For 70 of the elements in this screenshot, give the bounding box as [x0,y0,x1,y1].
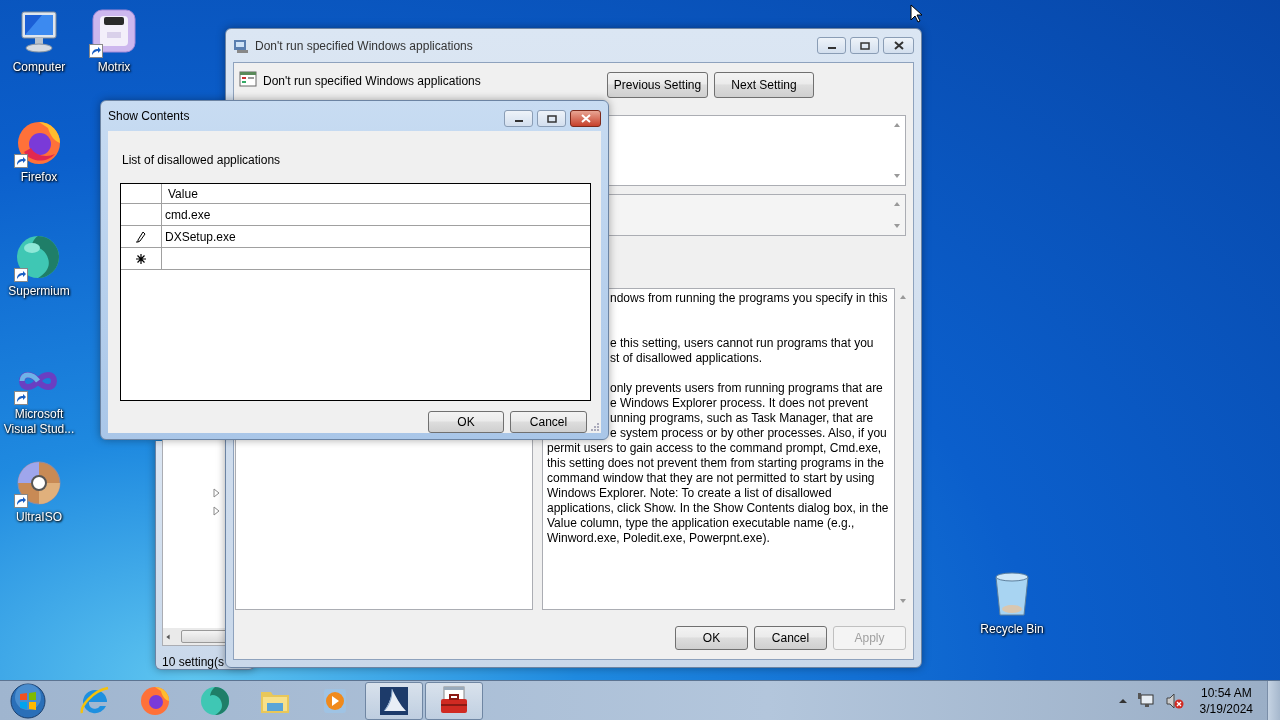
clock-date: 3/19/2024 [1199,700,1253,717]
sail-icon [378,684,410,717]
cancel-button[interactable]: Cancel [754,626,827,650]
taskbar-button[interactable] [365,681,423,720]
previous-setting-button[interactable]: Previous Setting [607,72,708,98]
close-icon [580,114,591,123]
help-text-line: unning programs, such as Task Manager, that are [610,411,874,426]
scroll-up-icon[interactable] [893,201,901,207]
desktop-icon-label[interactable]: Firefox [20,170,58,185]
windows-logo-icon [10,682,46,719]
help-text-line: permit users to gain access to the command prompt, Cmd.exe, [547,441,882,456]
value-cell[interactable]: cmd.exe [162,204,590,225]
desktop-icon-label[interactable]: Motrix [97,60,131,75]
maximize-icon [546,114,557,123]
help-text-line: Value column, type the application executable name (e.g., [547,516,855,531]
ok-button[interactable]: OK [675,626,748,650]
resize-grip-icon[interactable] [590,422,599,431]
help-text-line: only prevents users from running programs that are [610,381,883,396]
dialog-caption: List of disallowed applications [122,152,281,169]
help-text-line: ndows from running the programs you specify in this [610,291,888,306]
value-cell[interactable]: DXSetup.exe [162,226,590,247]
show-desktop-button[interactable] [1267,680,1280,720]
close-button[interactable] [883,37,914,54]
show-hidden-icons-icon[interactable] [1117,697,1128,704]
scroll-down-icon[interactable] [893,173,901,179]
fox-globe-icon[interactable] [139,684,171,717]
scroll-up-icon[interactable] [899,294,907,300]
minimize-button[interactable] [504,110,533,127]
window-app-icon [233,37,249,54]
network-icon[interactable] [1137,692,1156,709]
clock[interactable]: 10:54 AM 3/19/2024 [1199,684,1253,717]
column-header[interactable]: Value [165,184,198,203]
help-text-line: e Windows Explorer process. It does not prevent [610,396,869,411]
desktop-icon-label[interactable]: Recycle Bin [980,622,1044,637]
scroll-up-icon[interactable] [893,122,901,128]
help-text-line: Windows Explorer. Note: To create a list of disallowed [547,486,832,501]
next-setting-button[interactable]: Next Setting [714,72,814,98]
maximize-icon [859,41,870,50]
desktop-icon-label[interactable]: Computer [12,60,66,75]
sphere-icon[interactable] [199,684,231,717]
help-text-line: command window that they are not permitted to start by using [547,471,875,486]
help-text-line: applications, click Show. In the Show Contents dialog box, in the [547,501,889,516]
help-text-line: this setting does not prevent them from starting programs in the [547,456,884,471]
clock-time: 10:54 AM [1199,684,1253,701]
taskbar-button[interactable] [425,681,483,720]
dialog-title: Show Contents [108,108,190,125]
window-title: Don't run specified Windows applications [255,37,473,55]
desktop-icon-label[interactable]: Supermium [8,284,70,299]
cursor-icon [910,4,922,23]
scroll-down-icon[interactable] [893,223,901,229]
close-icon [893,41,904,50]
pencil-icon [136,230,146,243]
disc-icon[interactable] [14,458,64,508]
scroll-down-icon[interactable] [899,598,907,604]
help-text-line: Winword.exe, Poledit.exe, Powerpnt.exe). [547,531,770,546]
asterisk-icon [136,253,146,264]
help-text-line: e system process or by other processes. Also, if you [610,426,887,441]
setting-icon [239,70,257,88]
desktop-icon-label[interactable]: Microsoft Visual Stud... [0,407,78,437]
minimize-button[interactable] [817,37,846,54]
help-text-line: e this setting, users cannot run programs that you [610,336,874,351]
maximize-button[interactable] [850,37,879,54]
maximize-button[interactable] [537,110,566,127]
help-text-line: st of disallowed applications. [610,351,763,366]
ok-button[interactable]: OK [428,411,504,433]
close-button[interactable] [570,110,601,127]
cancel-button[interactable]: Cancel [510,411,587,433]
setting-name: Don't run specified Windows applications [263,73,481,90]
volume-muted-icon[interactable] [1165,692,1184,709]
status-text: 10 setting(s [162,654,225,671]
